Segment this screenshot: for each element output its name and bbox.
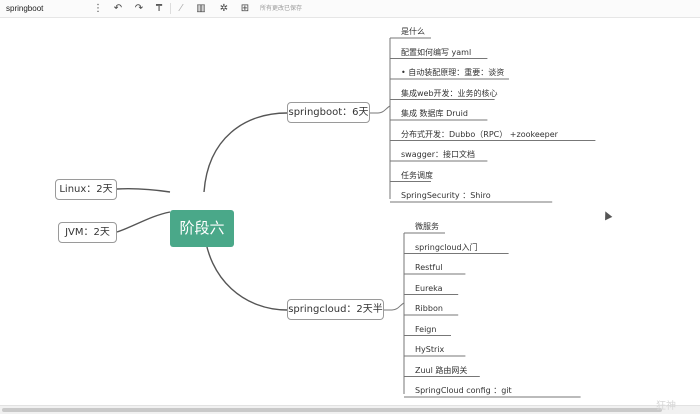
save-status: 所有更改已保存 (260, 6, 303, 12)
format-painter-icon[interactable]: ₸ (153, 2, 165, 15)
springcloud-subtopic[interactable]: Feign (415, 324, 436, 336)
link-jvm (116, 211, 171, 233)
structure-icon[interactable]: ⊞ (239, 2, 251, 15)
springboot-subtopic[interactable]: 配置如何编写 yaml (401, 47, 471, 59)
more-options-icon[interactable]: ⋮ (93, 2, 103, 15)
document-title-input[interactable] (6, 1, 90, 15)
mindmap-canvas[interactable]: 阶段六 Linux：2天 JVM：2天 springboot：6天 spring… (0, 18, 700, 404)
magic-icon[interactable]: ✲ (218, 2, 230, 15)
springboot-subtopic[interactable]: swagger：接口文档 (401, 149, 475, 161)
springcloud-subtopic[interactable]: 微服务 (415, 221, 439, 233)
toolbar-divider (170, 3, 171, 14)
undo-icon[interactable]: ↶ (112, 2, 124, 15)
node-linux[interactable]: Linux：2天 (55, 179, 117, 200)
springcloud-subtopic[interactable]: Ribbon (415, 303, 443, 315)
link-linux (116, 187, 171, 193)
springboot-subtopic[interactable]: SpringSecurity ：Shiro (401, 190, 491, 202)
springboot-subtopic[interactable]: 集成 数据库 Druid (401, 108, 468, 120)
springcloud-subtopic[interactable]: Restful (415, 262, 443, 274)
node-springboot[interactable]: springboot：6天 (287, 102, 370, 123)
scrollbar-thumb[interactable] (2, 408, 662, 412)
springboot-subtopic[interactable]: 集成web开发：业务的核心 (401, 88, 498, 100)
springboot-subtopic[interactable]: 任务调度 (401, 170, 433, 182)
toolbar: ⋮ ↶ ↷ ₸ ⁄ ▥ ✲ ⊞ 所有更改已保存 (0, 0, 700, 18)
mindmap-links (116, 37, 596, 398)
central-topic[interactable]: 阶段六 (170, 210, 234, 247)
watermark: 狂神 (656, 401, 676, 412)
style-icon[interactable]: ▥ (195, 2, 207, 15)
springboot-subtopic[interactable]: 分布式开发：Dubbo（RPC） +zookeeper (401, 129, 558, 141)
springcloud-subtopic[interactable]: SpringCloud config ：git (415, 385, 512, 397)
springboot-subtopic[interactable]: 是什么 (401, 26, 425, 38)
node-jvm[interactable]: JVM：2天 (58, 222, 117, 243)
node-springcloud[interactable]: springcloud：2天半 (287, 299, 384, 320)
link-springboot (203, 112, 288, 193)
springcloud-subtopic[interactable]: Zuul 路由网关 (415, 365, 467, 377)
horizontal-scrollbar[interactable] (0, 405, 700, 414)
clear-format-icon[interactable]: ⁄ (175, 2, 187, 15)
springcloud-subtopic[interactable]: Eureka (415, 283, 443, 295)
springcloud-subtopic[interactable]: springcloud入门 (415, 242, 478, 254)
springboot-subtopic[interactable]: • 自动装配原理：重要：谈资 (401, 67, 504, 79)
redo-icon[interactable]: ↷ (133, 2, 145, 15)
springcloud-subtopic[interactable]: HyStrix (415, 344, 444, 356)
